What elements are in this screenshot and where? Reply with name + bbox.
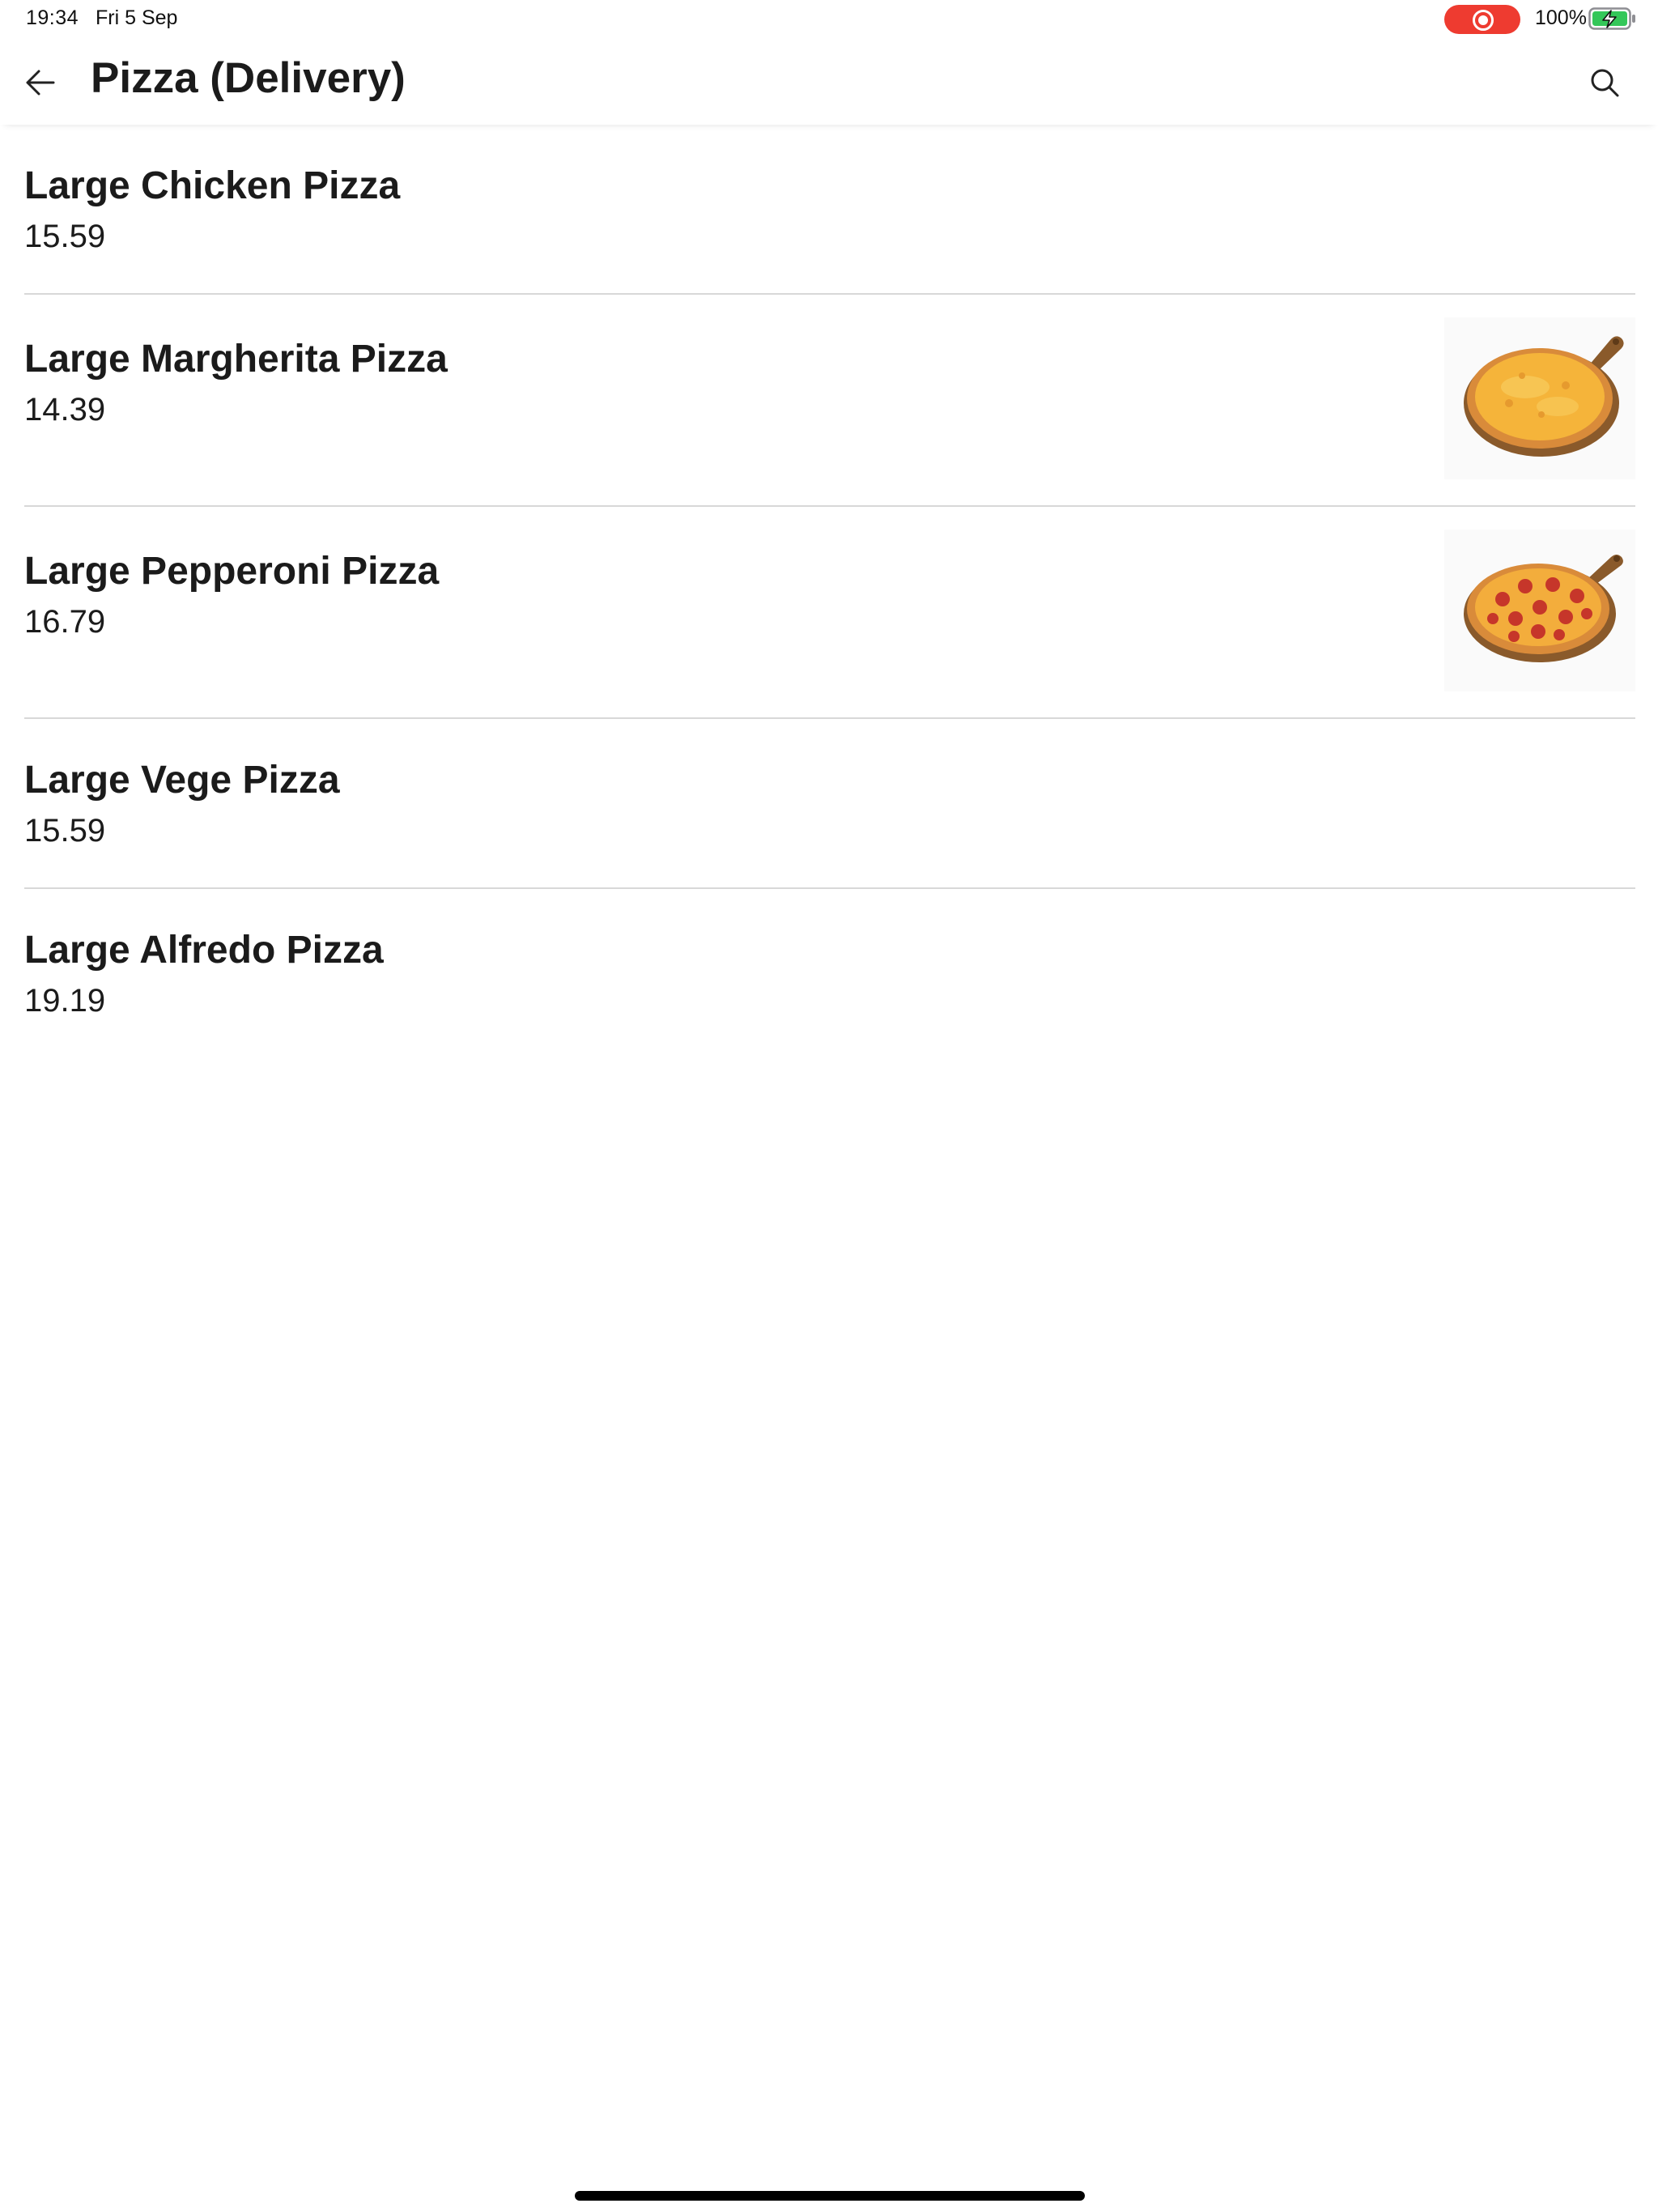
item-name: Large Margherita Pizza (24, 338, 448, 381)
app-header: Pizza (Delivery) (0, 45, 1658, 125)
item-name: Large Alfredo Pizza (24, 929, 384, 972)
menu-item-large-chicken-pizza[interactable]: Large Chicken Pizza 15.59 (24, 125, 1635, 295)
item-price: 15.59 (24, 813, 106, 849)
cheese-pizza-image (1444, 317, 1635, 479)
menu-list: Large Chicken Pizza 15.59 Large Margheri… (0, 125, 1658, 1057)
arrow-left-icon (26, 70, 55, 96)
status-bar: 19:34 Fri 5 Sep 100% (0, 0, 1658, 39)
search-button[interactable] (1580, 58, 1629, 107)
record-dot-icon (1478, 15, 1488, 25)
screen-recording-indicator[interactable] (1444, 5, 1520, 34)
item-price: 19.19 (24, 983, 106, 1019)
page-title: Pizza (Delivery) (91, 54, 406, 102)
battery-percentage: 100% (1535, 6, 1587, 29)
item-name: Large Chicken Pizza (24, 164, 401, 207)
menu-item-large-margherita-pizza[interactable]: Large Margherita Pizza 14.39 (24, 295, 1635, 507)
item-name: Large Vege Pizza (24, 759, 340, 802)
item-name: Large Pepperoni Pizza (24, 550, 440, 593)
item-price: 15.59 (24, 219, 106, 254)
item-price: 16.79 (24, 604, 106, 640)
menu-item-large-vege-pizza[interactable]: Large Vege Pizza 15.59 (24, 719, 1635, 889)
menu-item-large-pepperoni-pizza[interactable]: Large Pepperoni Pizza 16.79 (24, 507, 1635, 719)
search-icon (1591, 69, 1619, 97)
app-screen: 19:34 Fri 5 Sep 100% Pizza (Delivery) La… (0, 0, 1658, 2212)
status-time: 19:34 (26, 6, 79, 29)
status-date: Fri 5 Sep (96, 6, 178, 29)
menu-item-large-alfredo-pizza[interactable]: Large Alfredo Pizza 19.19 (24, 889, 1635, 1057)
home-indicator[interactable] (575, 2191, 1085, 2201)
battery-charging-icon (1588, 7, 1635, 30)
pepperoni-pizza-image (1444, 530, 1635, 691)
back-button[interactable] (16, 58, 65, 107)
item-price: 14.39 (24, 392, 106, 428)
